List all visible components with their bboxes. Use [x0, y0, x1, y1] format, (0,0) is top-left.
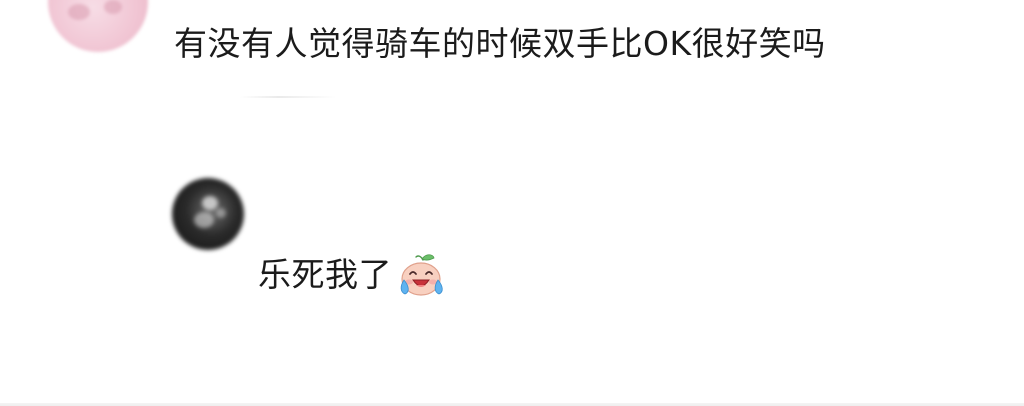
- avatar-detail: [202, 196, 218, 210]
- comment-body: 乐死我了: [258, 250, 446, 300]
- comment-text: 有没有人觉得骑车的时候双手比OK很好笑吗: [174, 24, 826, 63]
- avatar[interactable]: [172, 178, 244, 250]
- avatar-detail: [194, 212, 214, 228]
- divider: [240, 96, 336, 98]
- avatar[interactable]: [48, 0, 148, 52]
- avatar-detail: [68, 4, 90, 20]
- avatar-detail: [104, 0, 122, 14]
- avatar-detail: [216, 208, 226, 218]
- laugh-cry-emoji-icon: [396, 250, 446, 300]
- comment-text: 乐死我了: [258, 255, 392, 294]
- comment-thread: 有没有人觉得骑车的时候双手比OK很好笑吗 乐死我了: [0, 0, 1024, 406]
